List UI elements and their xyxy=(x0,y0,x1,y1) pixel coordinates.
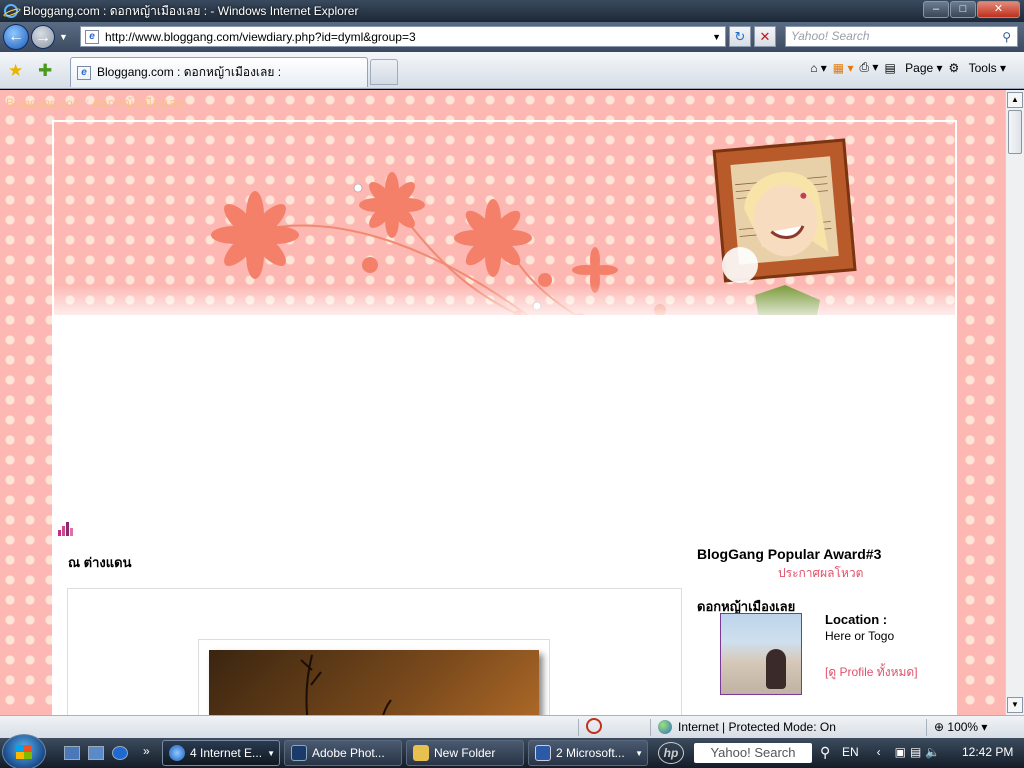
quicklaunch-more-icon[interactable]: » xyxy=(143,744,150,758)
forward-button[interactable]: → xyxy=(31,25,55,49)
window-title-bar: Bloggang.com : ดอกหญ้าเมืองเลย : - Windo… xyxy=(0,0,1024,22)
taskbar: » 4 Internet E... ▼ Adobe Phot... New Fo… xyxy=(0,734,1024,768)
network-icon[interactable]: ▣ xyxy=(895,745,906,759)
tools-menu-label: Tools xyxy=(968,60,997,75)
language-indicator[interactable]: EN xyxy=(842,745,859,759)
chevron-down-icon: ▼ xyxy=(267,748,275,758)
equalizer-icon xyxy=(58,520,74,536)
address-url: http://www.bloggang.com/viewdiary.php?id… xyxy=(105,29,416,44)
new-tab-button[interactable] xyxy=(370,59,398,85)
security-zone[interactable]: Internet | Protected Mode: On xyxy=(658,720,836,734)
award-title: BlogGang Popular Award#3 xyxy=(697,546,882,562)
taskbar-button-label: 2 Microsoft... xyxy=(556,746,625,760)
taskbar-button-word[interactable]: 2 Microsoft... ▼ xyxy=(528,740,648,766)
web-page-content: Bloggang.com : ดอกหญ้าเมืองเลย ณ ต่างแดน… xyxy=(0,90,1005,715)
back-button[interactable]: ← xyxy=(3,24,29,50)
address-toolbar: ← → ▼ e http://www.bloggang.com/viewdiar… xyxy=(0,22,1024,52)
ie-quicklaunch-icon[interactable] xyxy=(112,746,128,760)
search-icon[interactable]: ⚲ xyxy=(1002,28,1011,47)
page-icon: e xyxy=(85,29,99,44)
zoom-level: 100% xyxy=(947,720,979,734)
switch-windows-icon[interactable] xyxy=(88,746,104,760)
home-icon[interactable]: ⌂ ▾ xyxy=(810,61,827,75)
ie-icon xyxy=(169,745,185,761)
add-favorites-icon[interactable]: ✚ xyxy=(38,61,52,81)
globe-icon xyxy=(658,720,672,734)
scroll-down-button[interactable]: ▼ xyxy=(1007,697,1023,713)
start-button[interactable] xyxy=(2,734,46,768)
location-value: Here or Togo xyxy=(825,629,895,643)
page-menu[interactable]: ▤ Page ▾ xyxy=(884,61,942,75)
word-icon xyxy=(535,745,551,761)
view-profile-link[interactable]: [ดู Profile ทั้งหมด] xyxy=(825,663,918,682)
maximize-button[interactable]: □ xyxy=(950,1,976,18)
blog-header-text: Bloggang.com : ดอกหญ้าเมืองเลย xyxy=(6,96,184,110)
scroll-up-button[interactable]: ▲ xyxy=(1007,92,1023,108)
location-label: Location : xyxy=(825,612,888,627)
refresh-button[interactable]: ↻ xyxy=(729,26,751,47)
avatar[interactable] xyxy=(720,613,802,695)
taskbar-button-label: New Folder xyxy=(434,746,496,760)
minimize-button[interactable]: – xyxy=(923,1,949,18)
page-menu-label: Page xyxy=(905,60,934,75)
taskbar-button-ie[interactable]: 4 Internet E... ▼ xyxy=(162,740,280,766)
command-bar: ★ ✚ e Bloggang.com : ดอกหญ้าเมืองเลย : ⌂… xyxy=(0,52,1024,89)
stop-button[interactable]: ✕ xyxy=(754,26,776,47)
photoshop-icon xyxy=(291,745,307,761)
taskbar-button-label: Adobe Phot... xyxy=(312,746,385,760)
taskbar-clock[interactable]: 12:42 PM xyxy=(962,745,1013,759)
tab-bloggang[interactable]: e Bloggang.com : ดอกหญ้าเมืองเลย : xyxy=(70,57,368,87)
tools-menu[interactable]: ⚙ Tools ▾ xyxy=(949,61,1006,75)
privacy-blocked-icon[interactable] xyxy=(586,718,602,734)
security-zone-label: Internet | Protected Mode: On xyxy=(678,720,836,734)
vote-results-link[interactable]: ประกาศผลโหวต xyxy=(778,564,863,583)
chevron-down-icon: ▼ xyxy=(635,748,643,758)
volume-icon[interactable]: 🔈 xyxy=(925,745,940,759)
system-tray: EN ‹ ▣ ▤ 🔈 xyxy=(842,745,940,759)
show-desktop-icon[interactable] xyxy=(64,746,80,760)
close-button[interactable]: ✕ xyxy=(977,1,1020,18)
address-input[interactable]: e http://www.bloggang.com/viewdiary.php?… xyxy=(80,26,726,47)
post-photo xyxy=(198,639,550,715)
search-input[interactable]: Yahoo! Search ⚲ xyxy=(785,26,1018,47)
scroll-thumb[interactable] xyxy=(1008,110,1022,154)
display-icon[interactable]: ▤ xyxy=(910,745,921,759)
favorites-star-icon[interactable]: ★ xyxy=(8,61,23,81)
search-icon[interactable]: ⚲ xyxy=(820,744,830,761)
taskbar-button-photoshop[interactable]: Adobe Phot... xyxy=(284,740,402,766)
ie-logo-icon xyxy=(4,4,18,18)
sunset-grass-image xyxy=(209,650,539,715)
tab-page-icon: e xyxy=(77,65,91,80)
post-content-box xyxy=(67,588,682,715)
command-tools: ⌂ ▾ ▦ ▾ ⎙ ▾ ▤ Page ▾ ⚙ Tools ▾ xyxy=(804,60,1006,75)
section-title: ณ ต่างแดน xyxy=(68,555,132,570)
search-placeholder: Yahoo! Search xyxy=(791,29,870,43)
tab-label: Bloggang.com : ดอกหญ้าเมืองเลย : xyxy=(97,65,282,79)
zoom-control[interactable]: ⊕ 100% ▾ xyxy=(934,720,987,734)
grass-silhouette xyxy=(300,654,392,715)
hp-logo-icon[interactable]: hp xyxy=(658,742,684,764)
address-dropdown-icon[interactable]: ▼ xyxy=(712,32,721,42)
status-bar: Internet | Protected Mode: On ⊕ 100% ▾ xyxy=(0,715,1024,738)
chevron-left-icon[interactable]: ‹ xyxy=(877,745,881,759)
taskbar-button-label: 4 Internet E... xyxy=(190,746,263,760)
recent-pages-dropdown-icon[interactable]: ▼ xyxy=(59,32,68,42)
window-controls: – □ ✕ xyxy=(922,1,1020,18)
print-icon[interactable]: ⎙ ▾ xyxy=(860,60,879,75)
taskbar-button-folder[interactable]: New Folder xyxy=(406,740,524,766)
feeds-icon[interactable]: ▦ ▾ xyxy=(833,61,854,75)
window-title: Bloggang.com : ดอกหญ้าเมืองเลย : - Windo… xyxy=(23,3,359,18)
folder-icon xyxy=(413,745,429,761)
vertical-scrollbar[interactable]: ▲ ▼ xyxy=(1005,90,1024,715)
yahoo-search-box[interactable]: Yahoo! Search xyxy=(694,743,812,763)
